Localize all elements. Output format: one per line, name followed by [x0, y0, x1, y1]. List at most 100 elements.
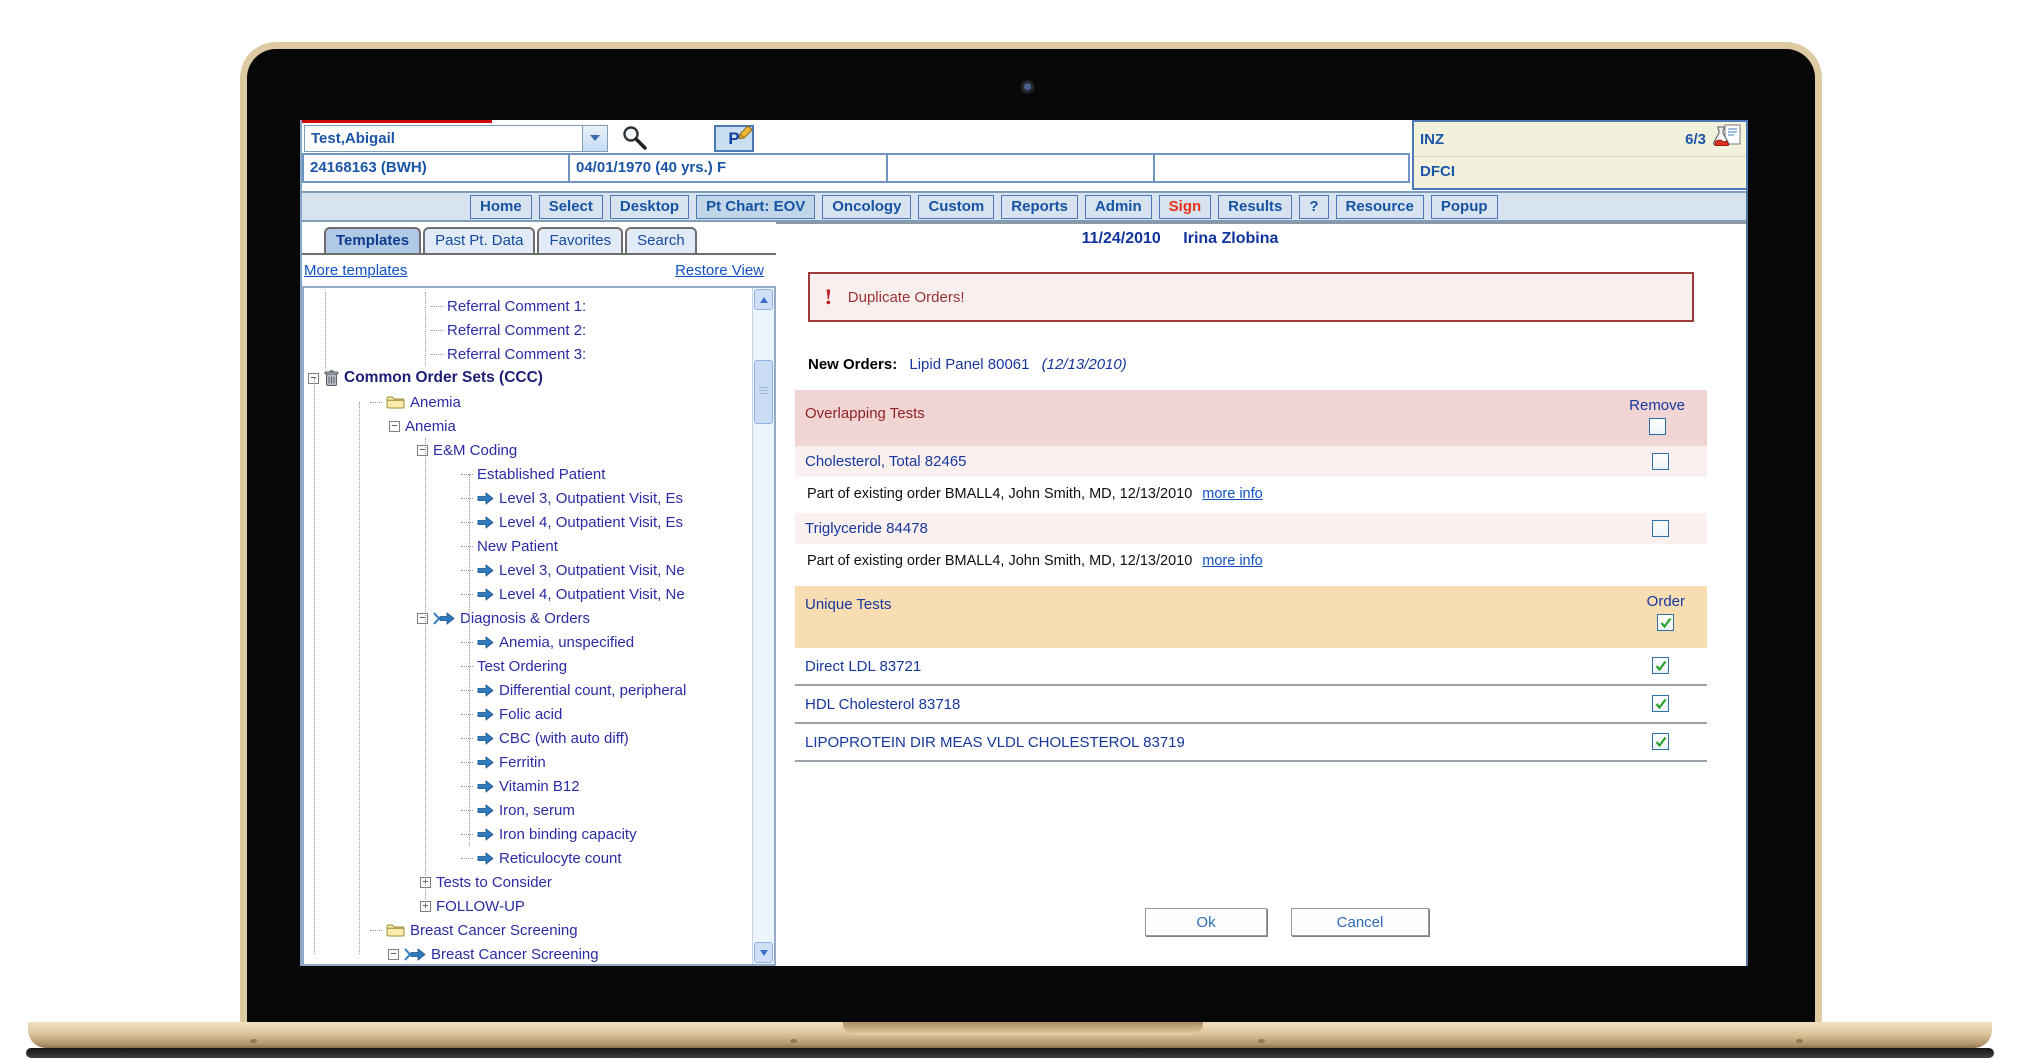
exclamation-icon: !: [824, 285, 833, 309]
patient-mrn-cell: 24168163 (BWH): [302, 153, 570, 183]
tree-item[interactable]: −Diagnosis & Orders: [304, 606, 752, 630]
scrollbar-thumb[interactable]: [754, 360, 773, 424]
tree-item[interactable]: Level 4, Outpatient Visit, Ne: [304, 582, 752, 606]
menu-item-oncology[interactable]: Oncology: [822, 195, 911, 219]
sidebar-tabs: TemplatesPast Pt. DataFavoritesSearch: [302, 222, 776, 255]
expander-minus-icon[interactable]: −: [388, 949, 399, 960]
menu-item-resource[interactable]: Resource: [1336, 195, 1424, 219]
dropdown-chevron-icon[interactable]: [582, 126, 607, 151]
test-name: Direct LDL 83721: [805, 658, 921, 675]
lab-flask-icon[interactable]: [1709, 123, 1743, 155]
tree-branch-stub: [461, 858, 473, 859]
tree-item[interactable]: Level 4, Outpatient Visit, Es: [304, 510, 752, 534]
tree-item[interactable]: +FOLLOW-UP: [304, 894, 752, 918]
tree-item[interactable]: −Breast Cancer Screening: [304, 942, 752, 964]
laptop-shadow: [26, 1048, 1994, 1058]
tree-item[interactable]: Vitamin B12: [304, 774, 752, 798]
order-checkbox[interactable]: [1652, 733, 1669, 750]
tab-search[interactable]: Search: [625, 227, 697, 253]
tree-item[interactable]: −E&M Coding: [304, 438, 752, 462]
patient-name-dropdown[interactable]: Test,Abigail: [304, 125, 608, 152]
tree-item[interactable]: Reticulocyte count: [304, 846, 752, 870]
unique-test-row: Direct LDL 83721: [795, 648, 1707, 686]
remove-checkbox[interactable]: [1652, 453, 1669, 470]
patient-name-value: Test,Abigail: [305, 126, 582, 151]
menu-item-select[interactable]: Select: [539, 195, 603, 219]
more-info-link[interactable]: more info: [1202, 553, 1262, 569]
order-checkbox[interactable]: [1652, 657, 1669, 674]
tree-item[interactable]: Anemia, unspecified: [304, 630, 752, 654]
tree-item-label: Anemia: [405, 418, 456, 435]
menu-item-home[interactable]: Home: [470, 195, 532, 219]
new-orders-value: Lipid Panel 80061: [909, 356, 1029, 373]
tree-item[interactable]: Ferritin: [304, 750, 752, 774]
tree-item-label: CBC (with auto diff): [499, 730, 629, 747]
tree-item[interactable]: Differential count, peripheral: [304, 678, 752, 702]
visit-date: 11/24/2010: [1082, 230, 1161, 247]
tree-item[interactable]: Level 3, Outpatient Visit, Es: [304, 486, 752, 510]
search-icon[interactable]: [620, 124, 650, 152]
tree-item[interactable]: Iron, serum: [304, 798, 752, 822]
new-orders-label: New Orders:: [808, 356, 897, 373]
expander-minus-icon[interactable]: −: [389, 421, 400, 432]
menu-item-reports[interactable]: Reports: [1001, 195, 1078, 219]
tree-item[interactable]: −Common Order Sets (CCC): [304, 366, 752, 390]
tree-item[interactable]: CBC (with auto diff): [304, 726, 752, 750]
expander-minus-icon[interactable]: −: [417, 445, 428, 456]
menu-item-popup[interactable]: Popup: [1431, 195, 1498, 219]
tree-item[interactable]: Folic acid: [304, 702, 752, 726]
expander-minus-icon[interactable]: −: [417, 613, 428, 624]
remove-checkbox[interactable]: [1652, 520, 1669, 537]
scene: Test,Abigail P INZ 6/3 DFCI 24168163: [0, 0, 2019, 1058]
tree-item[interactable]: Referral Comment 3:: [304, 342, 752, 366]
menu-item-help[interactable]: ?: [1299, 195, 1328, 219]
more-info-link[interactable]: more info: [1202, 486, 1262, 502]
tab-favorites[interactable]: Favorites: [537, 227, 623, 253]
tab-past-pt-data[interactable]: Past Pt. Data: [423, 227, 535, 253]
ehr-app-window: Test,Abigail P INZ 6/3 DFCI 24168163: [300, 120, 1748, 966]
tree-item[interactable]: Anemia: [304, 390, 752, 414]
tree-item[interactable]: Level 3, Outpatient Visit, Ne: [304, 558, 752, 582]
patient-edit-button[interactable]: P: [714, 125, 754, 152]
tree-item-label: Ferritin: [499, 754, 546, 771]
tree-item[interactable]: −Anemia: [304, 414, 752, 438]
order-all-checkbox[interactable]: [1657, 614, 1674, 631]
patient-header: Test,Abigail P: [304, 123, 650, 153]
menu-item-custom[interactable]: Custom: [918, 195, 994, 219]
tree-item[interactable]: New Patient: [304, 534, 752, 558]
tree-item[interactable]: Iron binding capacity: [304, 822, 752, 846]
tree-item[interactable]: +Tests to Consider: [304, 870, 752, 894]
tree-item[interactable]: Test Ordering: [304, 654, 752, 678]
tree-item[interactable]: Established Patient: [304, 462, 752, 486]
remove-all-checkbox[interactable]: [1649, 418, 1666, 435]
page-title: 11/24/2010 Irina Zlobina: [795, 230, 1707, 258]
order-checkbox[interactable]: [1652, 695, 1669, 712]
tab-templates[interactable]: Templates: [324, 227, 421, 253]
arrow-icon: [477, 684, 494, 697]
menu-item-desktop[interactable]: Desktop: [610, 195, 689, 219]
ok-button[interactable]: Ok: [1145, 908, 1267, 936]
arrow-icon: [477, 636, 494, 649]
scroll-down-icon[interactable]: [754, 942, 773, 963]
tree-item-label: Established Patient: [477, 466, 605, 483]
scroll-up-icon[interactable]: [754, 289, 773, 310]
tree-item[interactable]: Referral Comment 2:: [304, 318, 752, 342]
patient-info-row: 24168163 (BWH) 04/01/1970 (40 yrs.) F: [302, 153, 1410, 183]
menu-item-admin[interactable]: Admin: [1085, 195, 1152, 219]
tree-guide: [469, 474, 470, 846]
tree-item-label: Level 3, Outpatient Visit, Ne: [499, 562, 685, 579]
tree-branch-stub: [461, 474, 473, 475]
arrow-icon: [477, 780, 494, 793]
tree-branch-stub: [461, 522, 473, 523]
restore-view-link[interactable]: Restore View: [675, 262, 764, 279]
menu-item-results[interactable]: Results: [1218, 195, 1292, 219]
menu-item-sign[interactable]: Sign: [1159, 195, 1212, 219]
cancel-button[interactable]: Cancel: [1291, 908, 1429, 936]
menu-item-pt-chart-eov[interactable]: Pt Chart: EOV: [696, 195, 815, 219]
more-templates-link[interactable]: More templates: [304, 262, 407, 279]
order-detail-text: Part of existing order BMALL4, John Smit…: [807, 553, 1192, 569]
tree-item-label: Iron binding capacity: [499, 826, 637, 843]
tree-scrollbar[interactable]: [752, 288, 774, 964]
tree-item[interactable]: Breast Cancer Screening: [304, 918, 752, 942]
tree-item[interactable]: Referral Comment 1:: [304, 294, 752, 318]
